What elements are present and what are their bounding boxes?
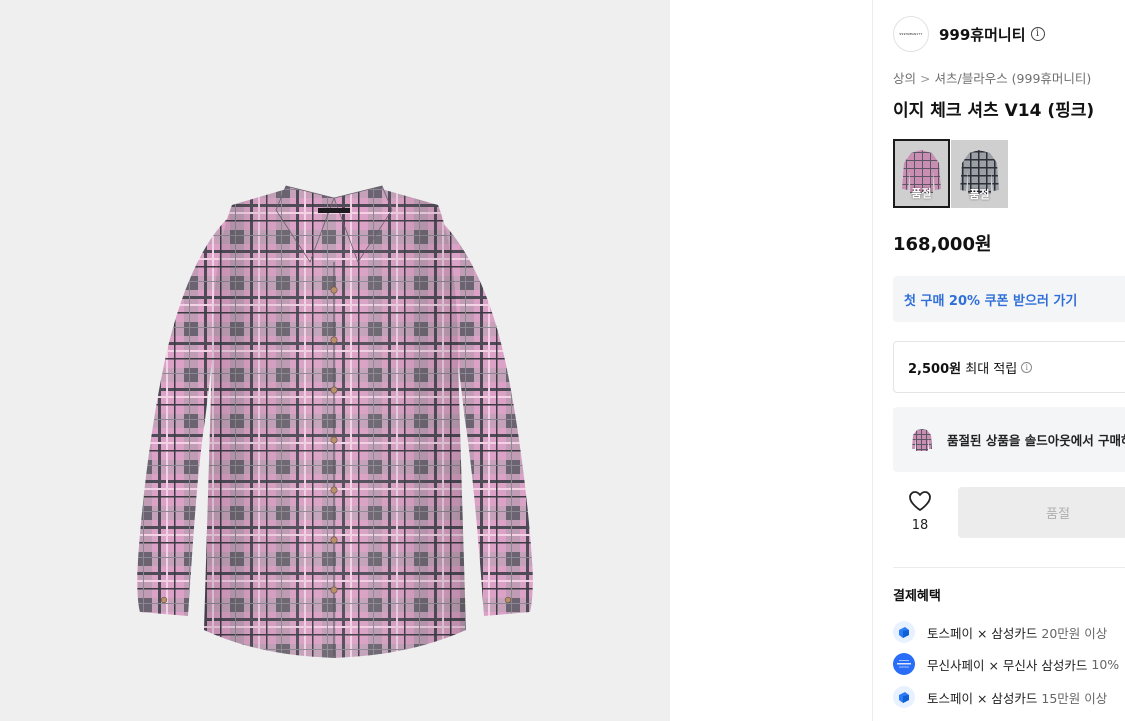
payment-benefits-title: 결제혜택 — [893, 589, 941, 604]
benefit-text: 토스페이 × 삼성카드 — [927, 625, 1038, 641]
color-option-pink[interactable]: 품절 — [893, 139, 950, 208]
soldout-banner-text: 품절된 상품을 솔드아웃에서 구매하세요 — [947, 433, 1125, 448]
soldout-purchase-button[interactable]: 품절 — [958, 487, 1125, 538]
points-info-icon[interactable]: i — [1021, 361, 1033, 373]
breadcrumb: 상의 > 셔츠/블라우스 (999휴머니티) — [893, 68, 1091, 87]
soldout-label: 품절 — [969, 188, 990, 201]
like-count: 18 — [911, 518, 929, 533]
info-icon[interactable]: i — [1030, 27, 1045, 41]
brand-name[interactable]: 999휴머니티 — [939, 24, 1026, 45]
musinsapay-icon — [893, 653, 915, 675]
shirt-thumbnail-icon — [912, 428, 932, 451]
product-info-panel: 999HUMANITY 999휴머니티 i 상의 > 셔츠/블라우스 (999휴머니… — [873, 0, 1125, 721]
like-button[interactable]: 18 — [903, 490, 937, 533]
brand-logo-text: 999HUMANITY — [899, 32, 923, 36]
color-option-black[interactable]: 품절 — [951, 140, 1008, 208]
brand-logo[interactable]: 999HUMANITY — [893, 16, 929, 52]
product-image-shirt — [137, 185, 533, 658]
soldout-marketplace-banner[interactable]: 품절된 상품을 솔드아웃에서 구매하세요 — [893, 407, 1125, 472]
section-divider — [893, 567, 1125, 568]
benefit-item-tosspay-15[interactable]: 토스페이 × 삼성카드 15만원 이상 — [893, 685, 1107, 709]
soldout-label: 품절 — [911, 187, 932, 200]
product-price: 168,000원 — [893, 234, 992, 255]
benefit-condition: 10% — [1091, 656, 1120, 672]
benefit-item-musinsapay[interactable]: 무신사페이 × 무신사 삼성카드 10% — [893, 652, 1119, 676]
benefit-text: 토스페이 × 삼성카드 — [927, 690, 1038, 706]
breadcrumb-category[interactable]: 상의 — [893, 71, 916, 86]
first-purchase-coupon-link[interactable]: 첫 구매 20% 쿠폰 받으러 가기 — [893, 276, 1125, 322]
tosspay-icon — [893, 621, 915, 643]
gallery-spacer — [670, 0, 872, 721]
breadcrumb-subcategory[interactable]: 셔츠/블라우스 (999휴머니티) — [935, 71, 1092, 86]
benefit-item-tosspay-20[interactable]: 토스페이 × 삼성카드 20만원 이상 — [893, 620, 1107, 644]
benefit-text: 무신사페이 × 무신사 삼성카드 — [927, 657, 1088, 673]
heart-icon — [909, 491, 931, 511]
points-amount: 2,500원 — [908, 361, 962, 377]
benefit-condition: 15만원 이상 — [1041, 690, 1108, 706]
benefit-condition: 20만원 이상 — [1041, 625, 1108, 641]
points-box: 2,500원 최대 적립 i — [893, 341, 1125, 393]
brand-row[interactable]: 999HUMANITY 999휴머니티 i — [893, 16, 1045, 52]
product-title: 이지 체크 셔츠 V14 (핑크) — [893, 101, 1095, 121]
breadcrumb-separator: > — [920, 71, 931, 86]
product-image-gallery[interactable] — [0, 0, 670, 721]
points-label: 최대 적립 — [965, 361, 1018, 377]
tosspay-icon — [893, 686, 915, 708]
